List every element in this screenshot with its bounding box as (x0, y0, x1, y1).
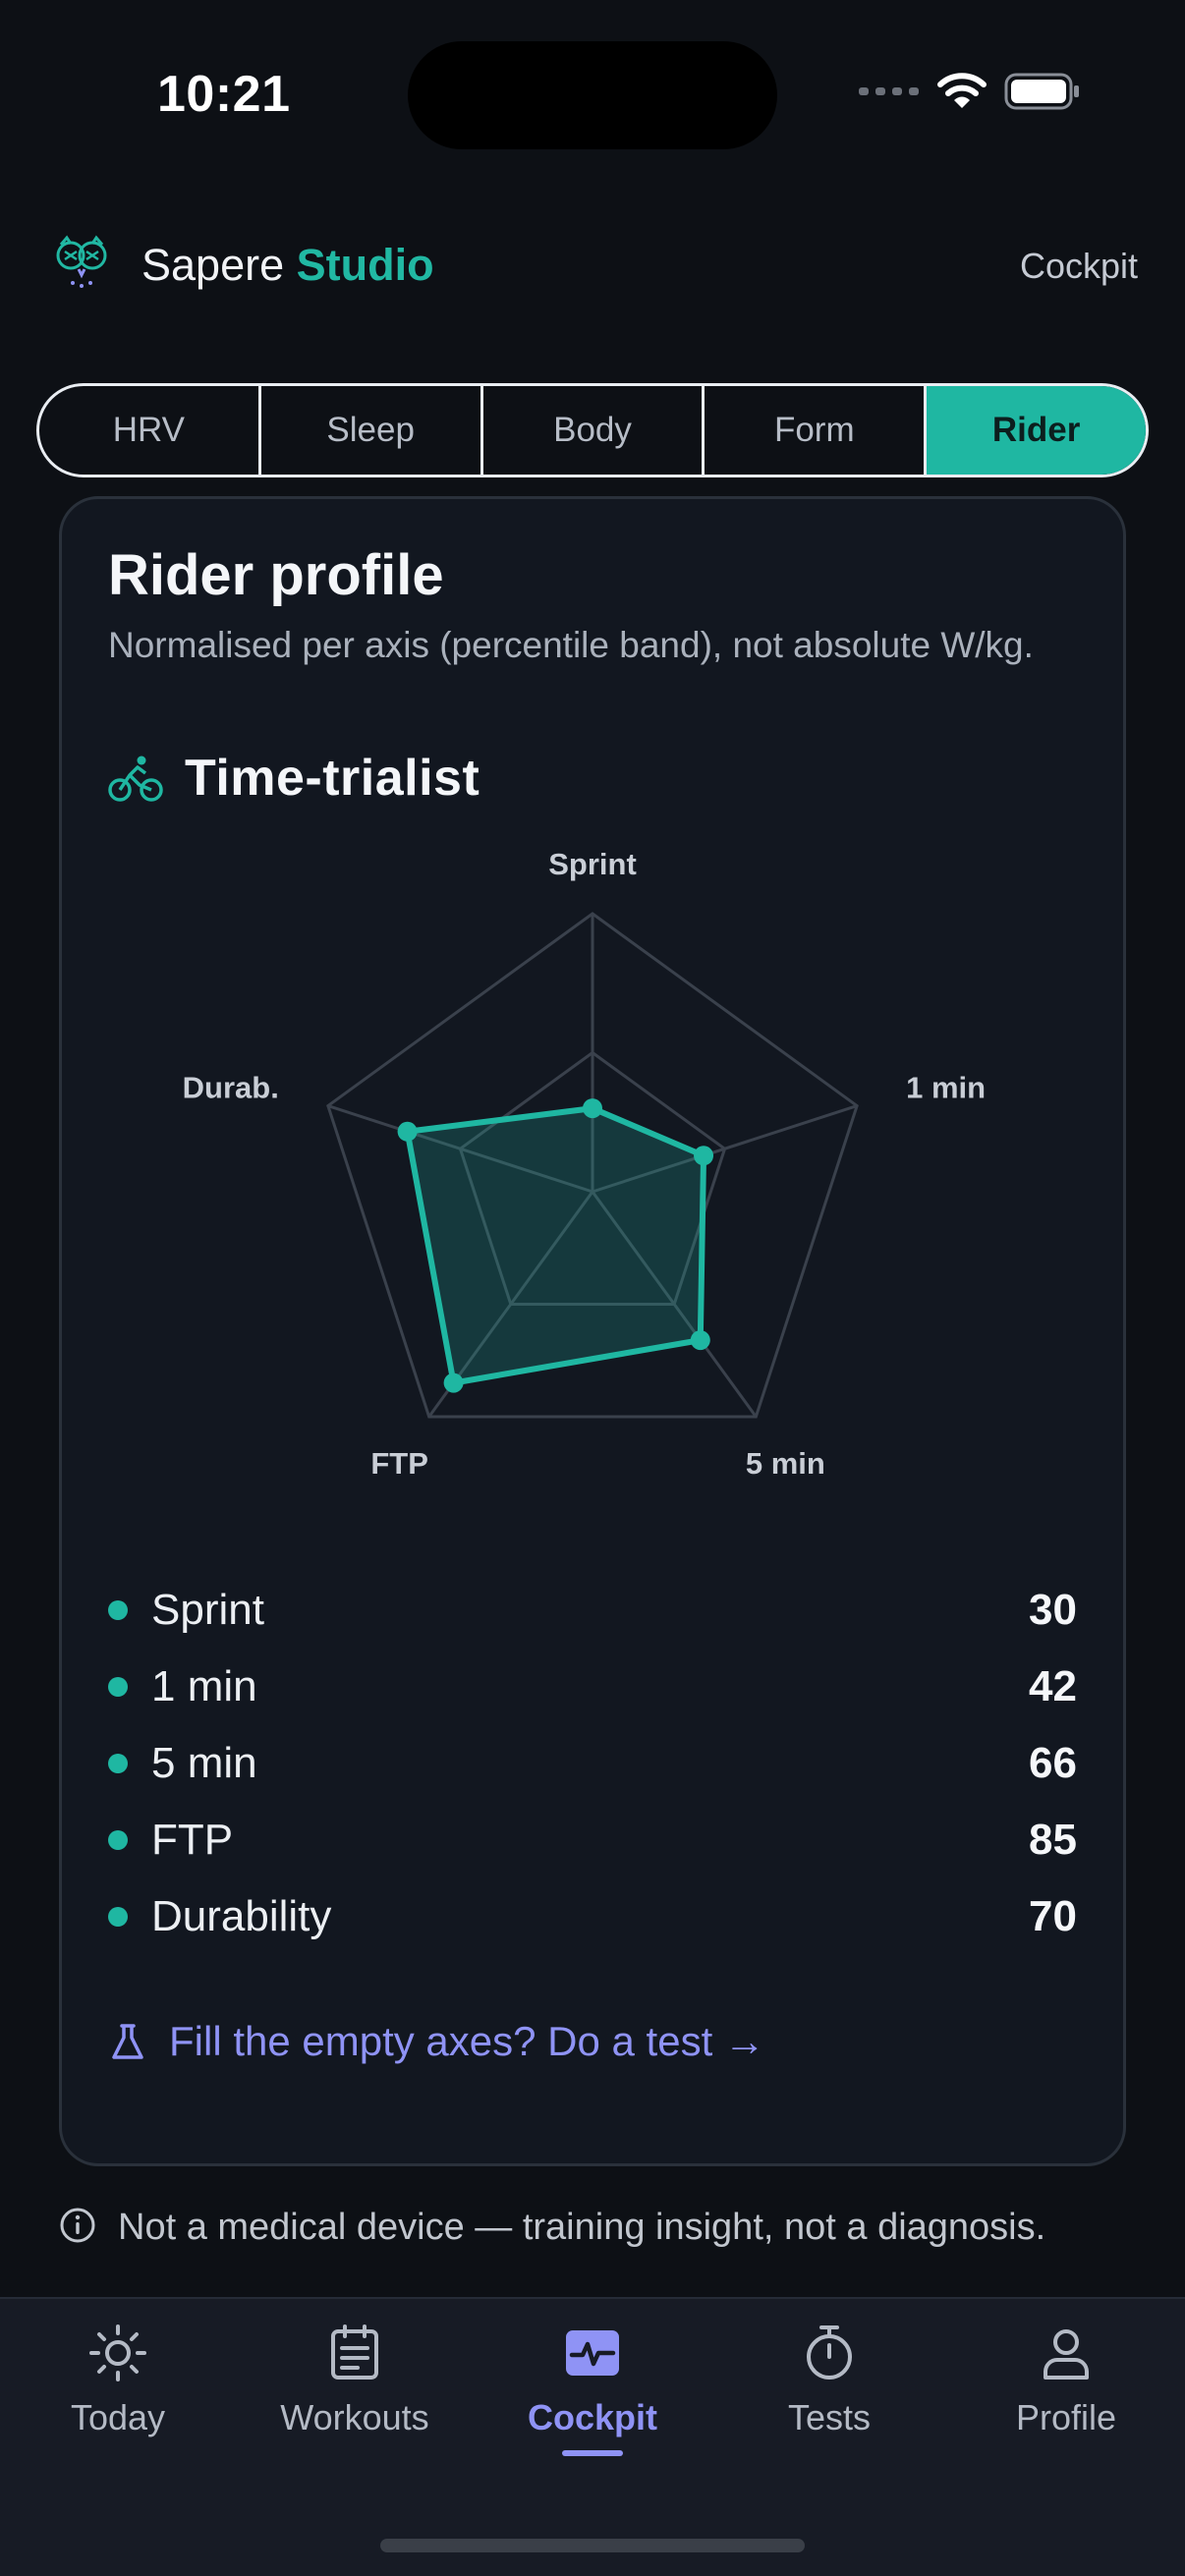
clipboard-icon (331, 2324, 378, 2380)
pulse-icon (566, 2330, 619, 2376)
info-icon (60, 2208, 95, 2243)
brand-accent: Studio (296, 240, 434, 290)
segment-form[interactable]: Form (705, 386, 928, 475)
tab-profile[interactable]: Profile (968, 2299, 1164, 2495)
tab-label: Tests (787, 2397, 872, 2437)
tab-label: Profile (1015, 2397, 1117, 2437)
bullet-dot (108, 1907, 128, 1927)
bullet-dot (108, 1600, 128, 1620)
status-icons (859, 73, 1081, 110)
archetype: Time-trialist (108, 749, 480, 808)
card-subtitle: Normalised per axis (percentile band), n… (108, 625, 1034, 665)
cockpit-link[interactable]: Cockpit (1020, 246, 1138, 287)
active-tab-indicator (562, 2450, 623, 2456)
metric-row-5min: 5 min 66 (108, 1725, 1077, 1802)
home-indicator (380, 2539, 805, 2552)
segment-rider[interactable]: Rider (927, 386, 1146, 475)
metric-value: 30 (1029, 1586, 1077, 1634)
metric-value: 66 (1029, 1739, 1077, 1787)
person-icon (1044, 2329, 1089, 2380)
tab-label: Workouts (280, 2397, 429, 2437)
disclaimer: Not a medical device — training insight,… (59, 2201, 1120, 2254)
bullet-dot (108, 1830, 128, 1850)
stopwatch-icon (807, 2325, 852, 2380)
tab-label: Today (70, 2397, 166, 2437)
flask-icon (112, 2024, 143, 2059)
owl-logo-icon (56, 235, 107, 288)
metric-label: Durability (151, 1892, 332, 1940)
sun-icon (89, 2324, 146, 2381)
metric-label: FTP (151, 1816, 234, 1864)
segment-sleep[interactable]: Sleep (261, 386, 483, 475)
segmented-control: HRV Sleep Body Form Rider (36, 383, 1149, 477)
cellular-icon (859, 87, 919, 95)
metric-row-1min: 1 min 42 (108, 1649, 1077, 1725)
tab-bar: Today Workouts Cockpit Tests Profile (0, 2297, 1185, 2576)
bicycle-icon (108, 756, 163, 802)
segment-hrv[interactable]: HRV (39, 386, 261, 475)
card-title: Rider profile (108, 543, 444, 607)
tab-cockpit[interactable]: Cockpit (494, 2299, 691, 2495)
metric-label: Sprint (151, 1586, 264, 1634)
brand-main: Sapere (141, 240, 285, 290)
bullet-dot (108, 1677, 128, 1697)
tab-tests[interactable]: Tests (731, 2299, 928, 2495)
metric-row-durability: Durability 70 (108, 1878, 1077, 1955)
metric-list: Sprint 30 1 min 42 5 min 66 FTP 85 Durab… (108, 1572, 1077, 1955)
metric-row-ftp: FTP 85 (108, 1802, 1077, 1878)
dynamic-island (408, 41, 777, 149)
cta-label: Fill the empty axes? Do a test → (169, 2018, 765, 2064)
bullet-dot (108, 1754, 128, 1773)
status-time: 10:21 (157, 66, 291, 123)
brand-title: Sapere Studio (141, 240, 434, 291)
metric-row-sprint: Sprint 30 (108, 1572, 1077, 1649)
segment-body[interactable]: Body (483, 386, 705, 475)
archetype-label: Time-trialist (185, 750, 480, 807)
tab-today[interactable]: Today (20, 2299, 216, 2495)
metric-value: 85 (1029, 1816, 1077, 1864)
metric-label: 5 min (151, 1739, 257, 1787)
disclaimer-text: Not a medical device — training insight,… (118, 2207, 1046, 2248)
battery-icon (1004, 73, 1079, 110)
metric-value: 42 (1029, 1662, 1077, 1710)
screen: 10:21 Sapere Studio Cockpit HRV Sleep Bo… (0, 0, 1185, 2576)
metric-value: 70 (1029, 1892, 1077, 1940)
tab-label: Cockpit (527, 2397, 657, 2437)
wifi-icon (937, 73, 987, 108)
do-a-test-link[interactable]: Fill the empty axes? Do a test → (108, 2018, 765, 2065)
metric-label: 1 min (151, 1662, 257, 1710)
tab-workouts[interactable]: Workouts (256, 2299, 453, 2495)
